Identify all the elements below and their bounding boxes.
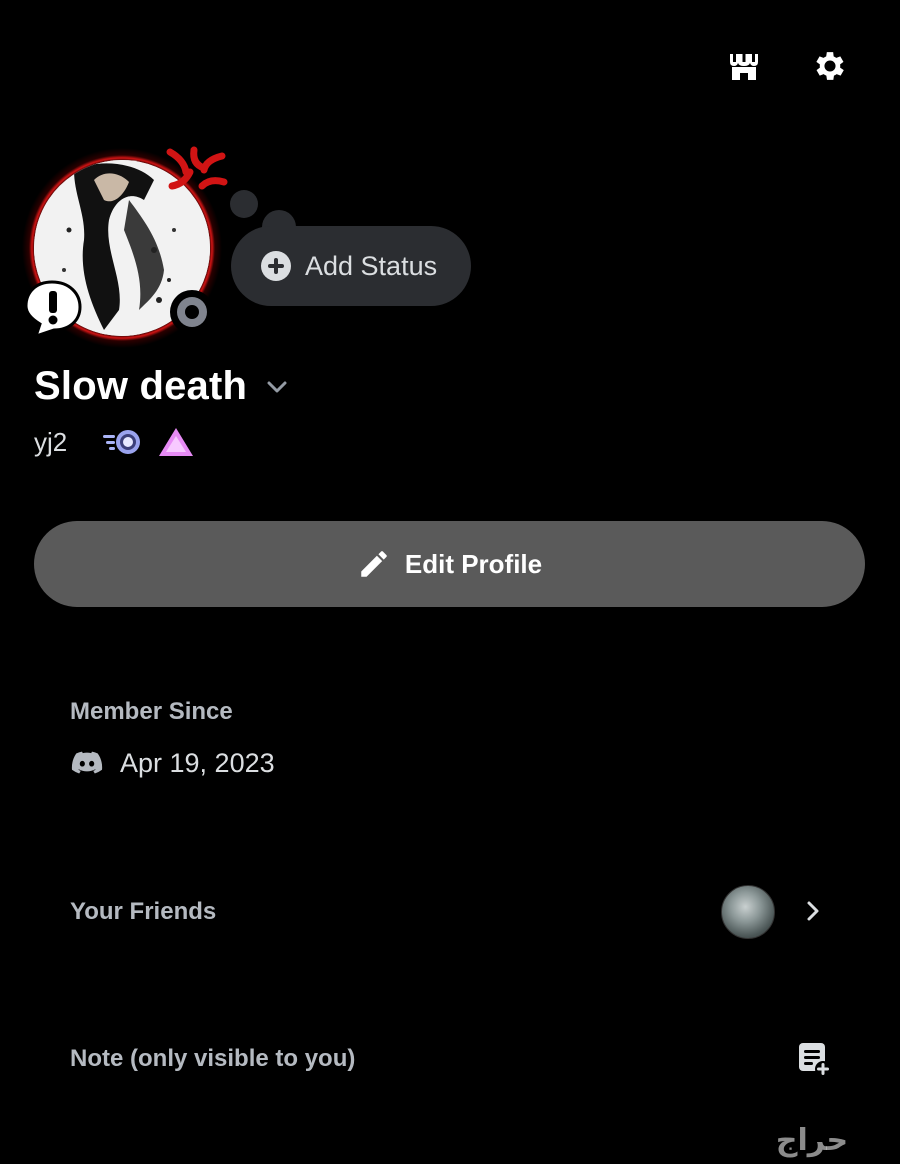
shop-button[interactable] xyxy=(722,44,766,88)
gear-icon xyxy=(816,52,844,80)
member-since-title: Member Since xyxy=(70,698,233,725)
add-note-icon[interactable] xyxy=(796,1040,832,1078)
quest-triangle-badge-icon[interactable] xyxy=(157,425,195,459)
status-bubble-tail-small xyxy=(230,190,258,218)
member-since-row: Apr 19, 2023 xyxy=(70,746,275,780)
friend-avatar xyxy=(721,885,775,939)
settings-button[interactable] xyxy=(808,44,852,88)
username-row: yj2 xyxy=(34,424,195,460)
add-status-label: Add Status xyxy=(305,250,438,281)
haraj-watermark-logo: حراج xyxy=(776,1123,848,1158)
anger-mark-icon xyxy=(166,146,228,190)
profile-page: Add Status Slow death yj2 Edit Profile M… xyxy=(0,0,900,1164)
discord-logo-icon xyxy=(71,751,103,774)
member-since-date: Apr 19, 2023 xyxy=(120,747,275,778)
chevron-right-icon xyxy=(807,901,819,921)
display-name-row[interactable]: Slow death xyxy=(34,364,291,409)
pencil-icon xyxy=(361,551,387,577)
your-friends-row[interactable]: Your Friends xyxy=(70,878,840,944)
shop-icon xyxy=(730,54,758,80)
display-name: Slow death xyxy=(34,364,248,408)
plus-circle-icon xyxy=(261,251,291,281)
username: yj2 xyxy=(34,426,68,457)
note-row: Note (only visible to you) xyxy=(70,1040,840,1080)
nitro-badge-icon[interactable] xyxy=(101,424,145,460)
svg-text:حراج: حراج xyxy=(776,1123,848,1158)
note-title: Note (only visible to you) xyxy=(70,1045,356,1072)
edit-profile-button[interactable]: Edit Profile xyxy=(34,521,865,607)
exclamation-bubble-icon xyxy=(24,280,82,338)
edit-profile-label: Edit Profile xyxy=(404,548,543,579)
your-friends-title: Your Friends xyxy=(70,898,217,925)
chevron-down-icon xyxy=(267,381,287,392)
add-status-button[interactable]: Add Status xyxy=(231,226,471,306)
profile-avatar[interactable] xyxy=(22,146,228,348)
presence-status-indicator xyxy=(170,290,214,334)
